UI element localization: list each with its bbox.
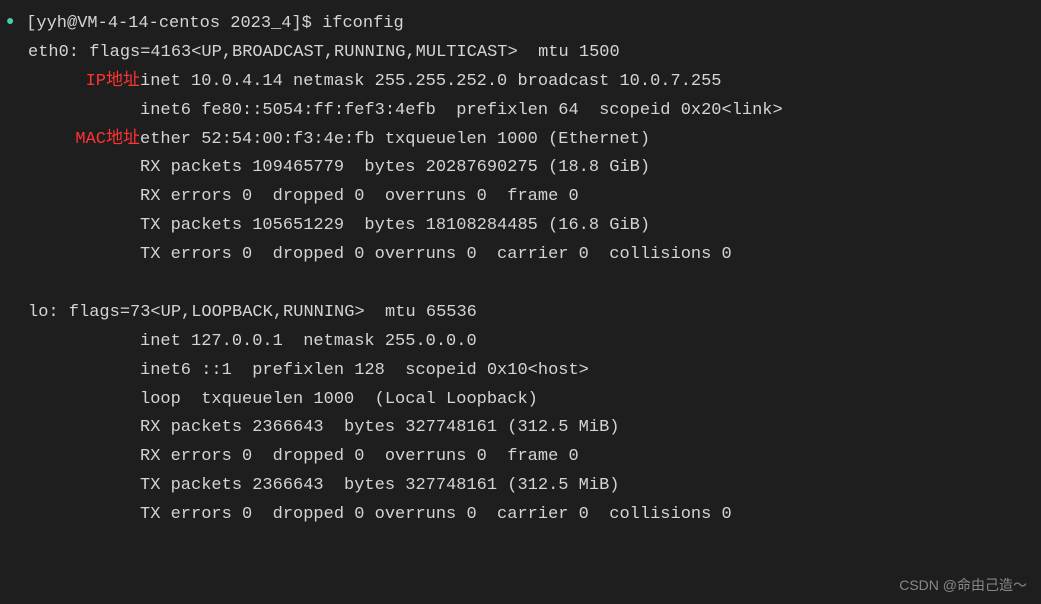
lo-inet: inet 127.0.0.1 netmask 255.0.0.0	[0, 328, 1041, 357]
lo-tx-packets: TX packets 2366643 bytes 327748161 (312.…	[0, 472, 1041, 501]
ip-address-label: IP地址	[86, 72, 140, 91]
eth0-inet: inet 10.0.4.14 netmask 255.255.252.0 bro…	[140, 68, 722, 97]
eth0-ether: ether 52:54:00:f3:4e:fb txqueuelen 1000 …	[140, 126, 650, 155]
eth0-tx-errors: TX errors 0 dropped 0 overruns 0 carrier…	[0, 241, 1041, 270]
shell-prompt: [yyh@VM-4-14-centos 2023_4]$	[26, 14, 322, 33]
command-input: ifconfig	[322, 14, 404, 33]
lo-header: lo: flags=73<UP,LOOPBACK,RUNNING> mtu 65…	[0, 299, 1041, 328]
lo-rx-errors: RX errors 0 dropped 0 overruns 0 frame 0	[0, 443, 1041, 472]
eth0-tx-packets: TX packets 105651229 bytes 18108284485 (…	[0, 212, 1041, 241]
lo-loop: loop txqueuelen 1000 (Local Loopback)	[0, 386, 1041, 415]
mac-address-label: MAC地址	[75, 130, 140, 149]
eth0-inet-line: IP地址inet 10.0.4.14 netmask 255.255.252.0…	[0, 68, 1041, 97]
eth0-rx-packets: RX packets 109465779 bytes 20287690275 (…	[0, 154, 1041, 183]
lo-tx-errors: TX errors 0 dropped 0 overruns 0 carrier…	[0, 501, 1041, 530]
watermark-text: CSDN @命由己造～	[899, 574, 1027, 598]
lo-inet6: inet6 ::1 prefixlen 128 scopeid 0x10<hos…	[0, 357, 1041, 386]
terminal-prompt-line[interactable]: ● [yyh@VM-4-14-centos 2023_4]$ ifconfig	[0, 10, 1041, 39]
prompt-bullet: ●	[0, 11, 16, 35]
eth0-inet6: inet6 fe80::5054:ff:fef3:4efb prefixlen …	[0, 97, 1041, 126]
lo-rx-packets: RX packets 2366643 bytes 327748161 (312.…	[0, 414, 1041, 443]
eth0-rx-errors: RX errors 0 dropped 0 overruns 0 frame 0	[0, 183, 1041, 212]
blank-line	[0, 270, 1041, 299]
eth0-ether-line: MAC地址ether 52:54:00:f3:4e:fb txqueuelen …	[0, 126, 1041, 155]
eth0-header: eth0: flags=4163<UP,BROADCAST,RUNNING,MU…	[0, 39, 1041, 68]
